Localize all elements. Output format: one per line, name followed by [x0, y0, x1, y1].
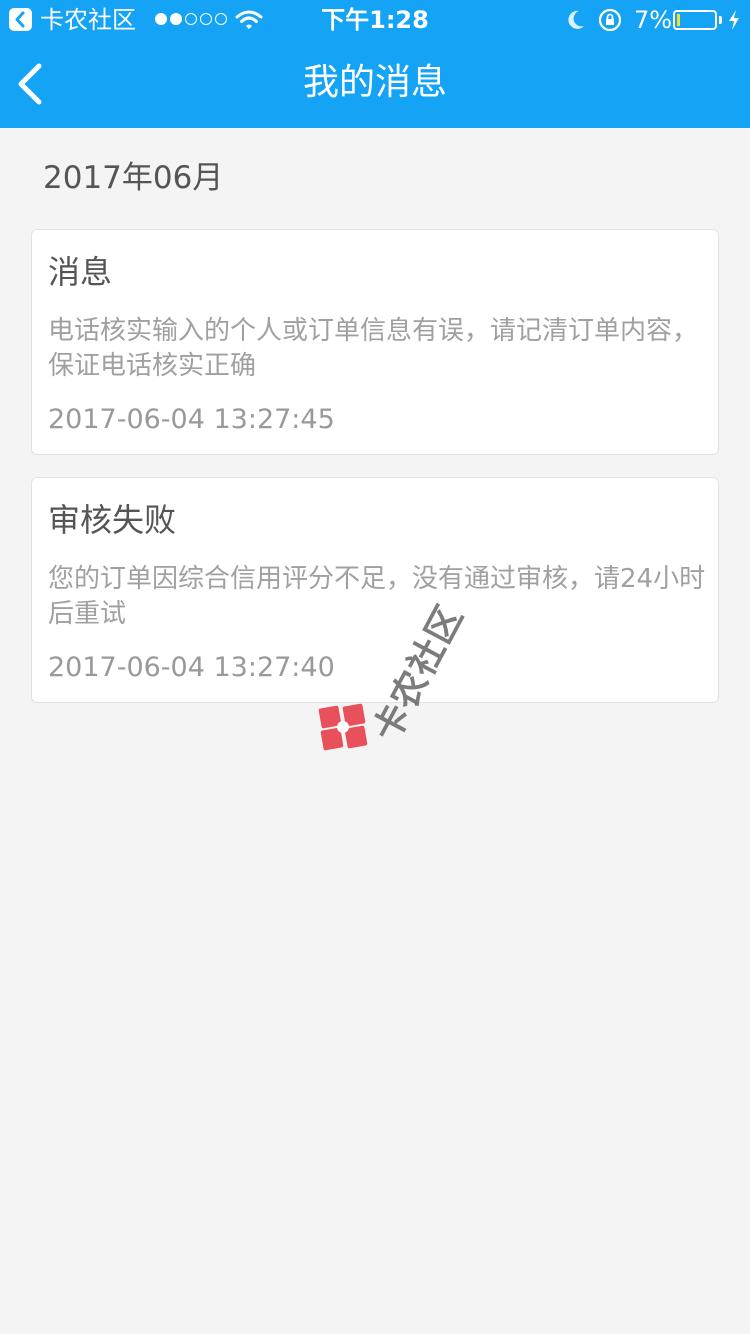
message-body: 电话核实输入的个人或订单信息有误，请记清订单内容，保证电话核实正确: [48, 316, 699, 381]
message-timestamp: 2017-06-04 13:27:45: [48, 404, 335, 435]
battery-cap: [719, 16, 722, 24]
moon-icon: [566, 9, 586, 35]
message-timestamp: 2017-06-04 13:27:40: [48, 652, 335, 683]
message-card[interactable]: 消息 电话核实输入的个人或订单信息有误，请记清订单内容，保证电话核实正确 201…: [31, 229, 719, 455]
charging-bolt-icon: [727, 9, 741, 35]
message-body: 您的订单因综合信用评分不足，没有通过审核，请24小时后重试: [48, 564, 706, 629]
message-title: 消息: [48, 253, 113, 291]
nav-bar: 我的消息: [0, 40, 750, 128]
battery-icon: [673, 10, 717, 30]
status-bar: 卡农社区 下午1:28 7%: [0, 0, 750, 40]
battery-percent: 7%: [634, 6, 673, 34]
rotation-lock-icon: [598, 8, 622, 36]
month-header: 2017年06月: [43, 160, 224, 196]
page-title: 我的消息: [302, 62, 447, 103]
message-title: 审核失败: [48, 501, 177, 539]
watermark-logo-icon: [318, 703, 368, 751]
message-card[interactable]: 审核失败 您的订单因综合信用评分不足，没有通过审核，请24小时后重试 2017-…: [31, 477, 719, 703]
